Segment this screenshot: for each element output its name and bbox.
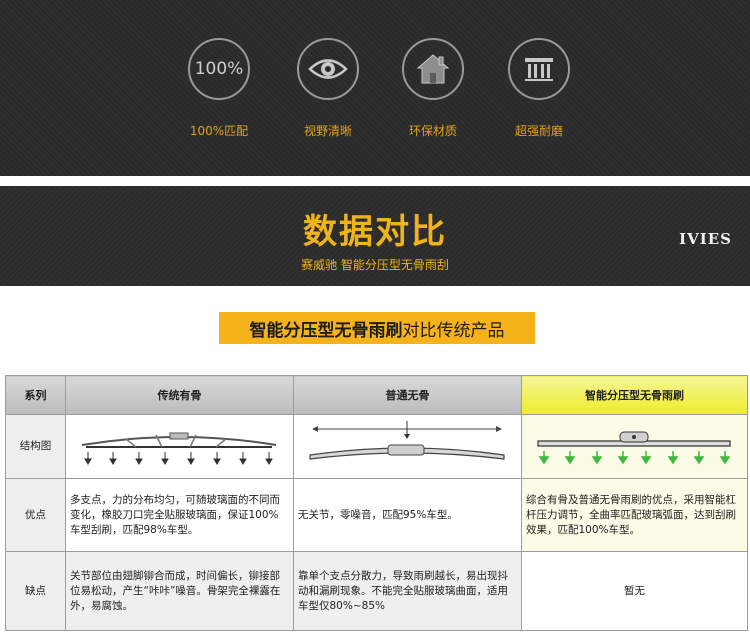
header-traditional: 传统有骨 (65, 375, 294, 415)
pros-traditional: 多支点，力的分布均匀，可随玻璃面的不同而变化，橡胶刀口完全贴服玻璃面，保证100… (65, 478, 294, 552)
pros-smart: 综合有骨及普通无骨雨刷的优点，采用智能杠杆压力调节，全曲率匹配玻璃弧面，达到刮刷… (521, 478, 748, 552)
feature-caption: 超强耐磨 (514, 124, 563, 138)
table-row: 结构图 (5, 414, 748, 479)
percent-100-icon: 100% (188, 38, 250, 100)
feature-caption: 环保材质 (408, 124, 457, 138)
ordinary-wiper-diagram (293, 414, 522, 479)
feature-clear-view: 视野清晰 (278, 38, 378, 139)
cons-traditional: 关节部位由翅脚铆合而成，时间偏长，铆接部位易松动，产生“咔咔”噪音。骨架完全裸露… (65, 551, 294, 631)
feature-eco-material: 环保材质 (383, 38, 483, 139)
banner-light: 对比传统产品 (402, 320, 505, 341)
features-band: 100% 100%匹配 视野清晰 环保材质 超强耐磨 (0, 0, 750, 176)
wear-resistant-icon (508, 38, 570, 100)
house-icon (402, 38, 464, 100)
row-label-pros: 优点 (5, 478, 66, 552)
header-smart-wiper: 智能分压型无骨雨刷 (521, 375, 748, 415)
row-label-cons: 缺点 (5, 551, 66, 631)
cons-ordinary: 靠单个支点分散力，导致雨刷越长，易出现抖动和漏刷现象。不能完全贴服玻璃曲面，适用… (293, 551, 522, 631)
comparison-banner: 智能分压型无骨雨刷 对比传统产品 (219, 312, 535, 344)
table-header-row: 系列 传统有骨 普通无骨 智能分压型无骨雨刷 (5, 375, 748, 415)
feature-wear-resistant: 超强耐磨 (489, 38, 589, 139)
traditional-wiper-diagram (65, 414, 294, 479)
eye-icon (297, 38, 359, 100)
title-band: 数据对比 赛威驰 智能分压型无骨雨刮 IVIES (0, 186, 750, 286)
feature-match: 100% 100%匹配 (169, 38, 269, 139)
header-ordinary-boneless: 普通无骨 (293, 375, 522, 415)
comparison-table: 系列 传统有骨 普通无骨 智能分压型无骨雨刷 结构图 优点 多支点，力的分布均匀… (5, 375, 748, 631)
banner-bold: 智能分压型无骨雨刷 (249, 320, 403, 341)
row-label-structure: 结构图 (5, 414, 66, 479)
table-row: 优点 多支点，力的分布均匀，可随玻璃面的不同而变化，橡胶刀口完全贴服玻璃面，保证… (5, 478, 748, 552)
brand-logo: IVIES (679, 230, 732, 248)
smart-wiper-diagram (521, 414, 748, 479)
page-subtitle: 赛威驰 智能分压型无骨雨刮 (301, 258, 449, 272)
page-title: 数据对比 (303, 212, 447, 252)
table-row: 缺点 关节部位由翅脚铆合而成，时间偏长，铆接部位易松动，产生“咔咔”噪音。骨架完… (5, 551, 748, 631)
pros-ordinary: 无关节，零噪音，匹配95%车型。 (293, 478, 522, 552)
feature-caption: 100%匹配 (189, 124, 249, 138)
feature-caption: 视野清晰 (303, 124, 352, 138)
separator (0, 176, 750, 186)
cons-smart: 暂无 (521, 551, 748, 631)
header-series: 系列 (5, 375, 66, 415)
